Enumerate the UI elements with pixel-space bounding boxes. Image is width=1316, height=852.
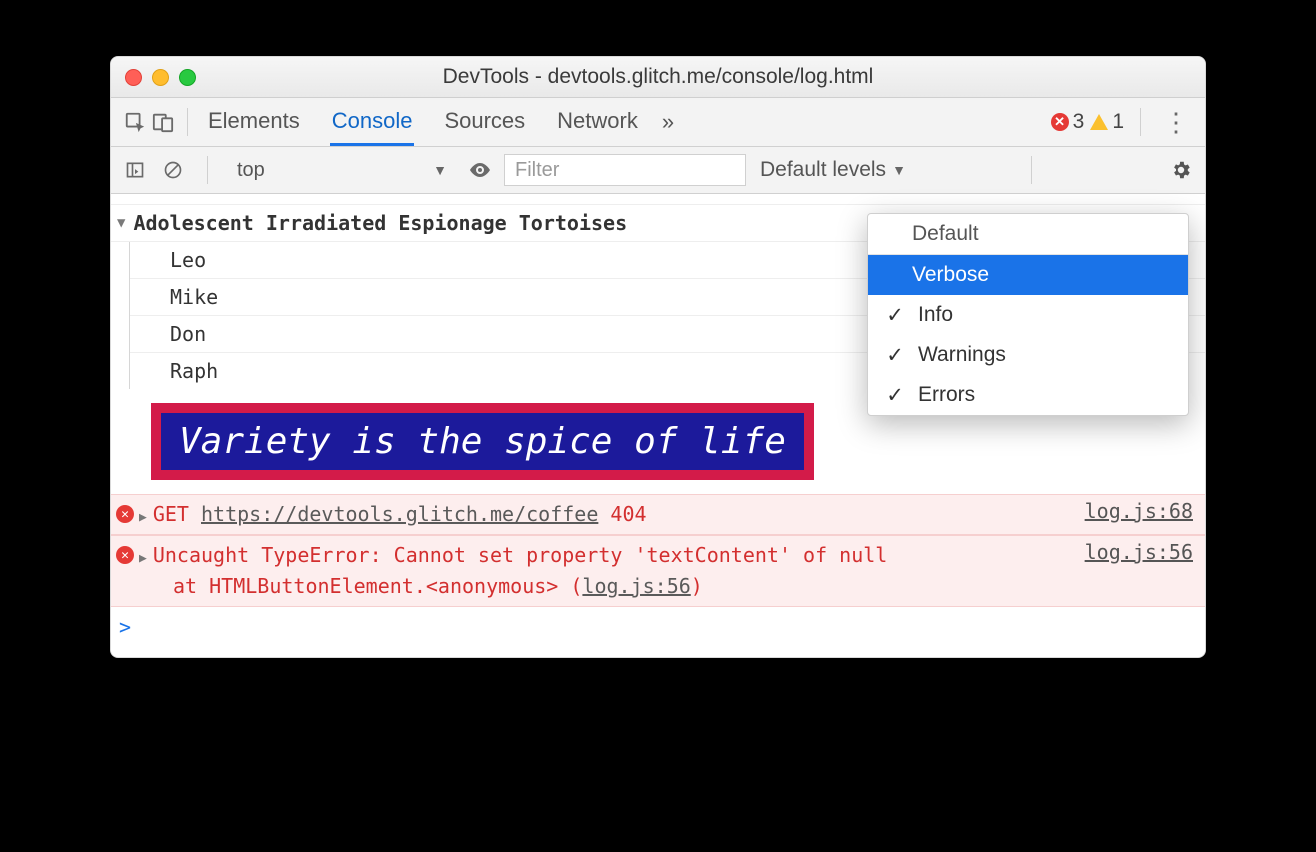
source-link[interactable]: log.js:56 <box>1085 540 1205 602</box>
clear-console-icon[interactable] <box>159 156 187 184</box>
close-window-button[interactable] <box>125 69 142 86</box>
tabs-bar: Elements Console Sources Network » ✕ 3 1… <box>111 98 1205 147</box>
source-link[interactable]: log.js:68 <box>1085 499 1205 530</box>
devtools-window: DevTools - devtools.glitch.me/console/lo… <box>110 56 1206 658</box>
stack-suffix: ) <box>691 574 703 598</box>
check-icon: ✓ <box>886 383 904 408</box>
group-collapse-caret[interactable]: ▼ <box>117 215 125 231</box>
separator <box>1140 108 1141 136</box>
tab-elements[interactable]: Elements <box>206 98 302 146</box>
errors-count: 3 <box>1073 110 1085 134</box>
check-icon: ✓ <box>886 303 904 328</box>
levels-option-label: Info <box>918 303 953 327</box>
chevron-down-icon: ▼ <box>433 162 447 178</box>
levels-option-label: Errors <box>918 383 975 407</box>
warnings-count: 1 <box>1112 110 1124 134</box>
minimize-window-button[interactable] <box>152 69 169 86</box>
show-console-sidebar-icon[interactable] <box>121 156 149 184</box>
group-title: Adolescent Irradiated Espionage Tortoise… <box>133 211 627 235</box>
console-settings-icon[interactable] <box>1167 156 1195 184</box>
levels-default-label: Default <box>912 222 979 246</box>
warnings-count-badge[interactable]: 1 <box>1090 110 1124 134</box>
levels-option-warnings[interactable]: ✓ Warnings <box>868 335 1188 375</box>
spacer <box>111 194 1205 205</box>
zoom-window-button[interactable] <box>179 69 196 86</box>
console-toolbar: top ▼ Default levels ▼ <box>111 147 1205 194</box>
console-prompt-caret: > <box>119 615 131 639</box>
request-method: GET <box>153 502 189 526</box>
traffic-lights <box>111 69 196 86</box>
levels-option-info[interactable]: ✓ Info <box>868 295 1188 335</box>
levels-option-label: Verbose <box>912 263 989 287</box>
network-error-row: ✕ ▶ GET https://devtools.glitch.me/coffee… <box>111 494 1205 535</box>
status-code: 404 <box>610 502 646 526</box>
levels-option-label: Warnings <box>918 343 1006 367</box>
stack-prefix: at HTMLButtonElement.<anonymous> ( <box>173 574 582 598</box>
chevron-down-icon: ▼ <box>892 162 906 178</box>
log-levels-label: Default levels <box>760 158 886 182</box>
separator <box>187 108 188 136</box>
more-tabs-button[interactable]: » <box>662 109 674 135</box>
log-levels-select[interactable]: Default levels ▼ <box>760 158 906 182</box>
check-icon: ✓ <box>886 343 904 368</box>
uncaught-message: Uncaught TypeError: Cannot set property … <box>153 543 888 567</box>
execution-context-select[interactable]: top ▼ <box>228 153 456 187</box>
inspect-element-icon[interactable] <box>121 108 149 136</box>
error-icon: ✕ <box>116 505 134 523</box>
live-expression-icon[interactable] <box>466 156 494 184</box>
levels-option-verbose[interactable]: Verbose <box>868 255 1188 295</box>
device-toolbar-icon[interactable] <box>149 108 177 136</box>
panel-tabs: Elements Console Sources Network <box>206 98 640 146</box>
tab-sources[interactable]: Sources <box>442 98 527 146</box>
execution-context-value: top <box>237 159 265 182</box>
error-icon: ✕ <box>1051 113 1069 131</box>
tab-console[interactable]: Console <box>330 98 415 146</box>
expand-caret[interactable]: ▶ <box>139 510 147 525</box>
styled-log-message: Variety is the spice of life <box>151 403 814 480</box>
request-url[interactable]: https://devtools.glitch.me/coffee <box>201 502 598 526</box>
titlebar: DevTools - devtools.glitch.me/console/lo… <box>111 57 1205 98</box>
errors-count-badge[interactable]: ✕ 3 <box>1051 110 1085 134</box>
stack-source-link[interactable]: log.js:56 <box>582 574 690 598</box>
window-title: DevTools - devtools.glitch.me/console/lo… <box>111 65 1205 89</box>
tab-network[interactable]: Network <box>555 98 640 146</box>
console-prompt-row[interactable]: > <box>111 607 1205 657</box>
warning-icon <box>1090 114 1108 130</box>
log-levels-popup: Default Verbose ✓ Info ✓ Warnings ✓ Erro… <box>867 213 1189 416</box>
expand-caret[interactable]: ▶ <box>139 551 147 566</box>
levels-option-errors[interactable]: ✓ Errors <box>868 375 1188 415</box>
separator <box>207 156 208 184</box>
separator <box>1031 156 1032 184</box>
levels-option-default[interactable]: Default <box>868 214 1188 255</box>
error-icon: ✕ <box>116 546 134 564</box>
customize-devtools-menu[interactable]: ⋮ <box>1157 117 1195 127</box>
uncaught-error-row: ✕ ▶ Uncaught TypeError: Cannot set proper… <box>111 535 1205 607</box>
filter-input[interactable] <box>504 154 746 186</box>
